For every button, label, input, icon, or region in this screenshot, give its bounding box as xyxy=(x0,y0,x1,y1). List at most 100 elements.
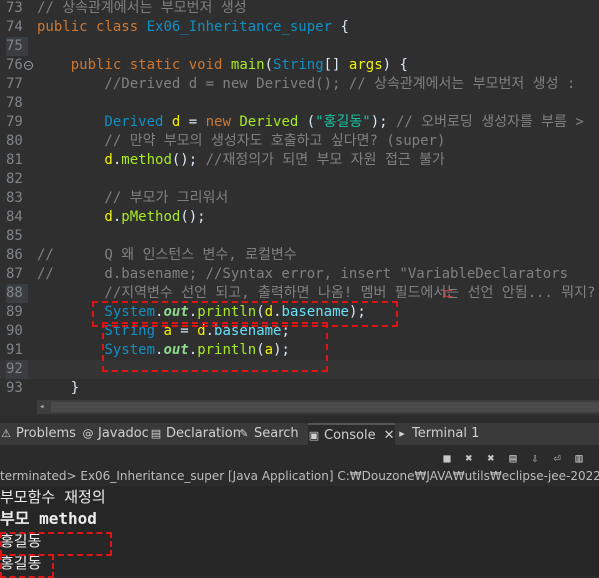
code-text: // Q 왜 인스턴스 변수, 로컬변수 xyxy=(37,246,297,265)
search-icon: ✎ xyxy=(239,427,249,440)
code-token: ); xyxy=(370,114,396,130)
code-token: main xyxy=(230,57,265,73)
code-token: "홍길동" xyxy=(315,114,371,130)
line-number: 92 xyxy=(6,360,28,379)
code-token: class xyxy=(96,19,147,35)
line-number: 86 xyxy=(6,247,23,263)
scroll-left-icon[interactable]: ◂ xyxy=(39,402,44,412)
fold-icon[interactable]: − xyxy=(24,61,33,70)
code-line[interactable]: 86 // Q 왜 인스턴스 변수, 로컬변수 xyxy=(0,246,599,265)
code-line[interactable]: 74 public class Ex06_Inheritance_super { xyxy=(0,18,599,37)
tab-label: Problems xyxy=(16,426,76,441)
pin-console-icon[interactable]: ▥ xyxy=(572,451,586,465)
tab-declaration[interactable]: ▤ Declaration xyxy=(150,423,241,445)
code-token: public xyxy=(37,19,97,35)
line-number: 81 xyxy=(6,152,23,168)
horizontal-scrollbar[interactable]: ◂ xyxy=(37,400,599,414)
code-token: d xyxy=(37,209,113,225)
code-line[interactable]: 81 d.method(); //재정의가 되면 부모 자원 접근 불가 xyxy=(0,151,599,170)
scrollbar-thumb[interactable] xyxy=(51,402,599,412)
close-icon[interactable]: ✕ xyxy=(384,425,395,447)
bottom-panel-tabs: ⚠ Problems @ Javadoc ▤ Declaration ✎ Search ▣ Con… xyxy=(0,422,599,447)
code-token: Derived xyxy=(37,114,172,130)
code-text: } xyxy=(37,379,79,398)
code-text: d.method(); //재정의가 되면 부모 자원 접근 불가 xyxy=(37,151,445,170)
line-number: 87 xyxy=(6,266,23,282)
code-token: static xyxy=(129,57,189,73)
code-line[interactable]: 85 xyxy=(0,227,599,246)
code-line[interactable]: 93 } xyxy=(0,379,599,398)
line-number: 82 xyxy=(6,171,23,187)
code-line[interactable]: 79 Derived d = new Derived ("홍길동"); // 오… xyxy=(0,113,599,132)
code-text: // 부모가 그리워서 xyxy=(37,189,228,208)
code-token: // 만약 부모의 생성자도 호출하고 싶다면? (super) xyxy=(37,133,446,149)
code-line[interactable]: 78 xyxy=(0,94,599,113)
code-token: [] xyxy=(323,57,349,73)
console-output[interactable]: 부모함수 재정의 부모 method 홍길동 홍길동 xyxy=(0,486,599,578)
line-number: 77 xyxy=(6,76,23,92)
remove-all-icon[interactable]: ✖ xyxy=(484,451,498,465)
tab-console[interactable]: ▣ Console ✕ xyxy=(308,423,395,447)
code-token: = xyxy=(180,114,206,130)
console-toolbar: ■ ✖ ✖ ▤ ⇩ ⏎ ▥ xyxy=(440,448,586,468)
console-line: 부모 method xyxy=(0,509,97,528)
line-number: 88 xyxy=(6,284,28,303)
terminal-icon: ▸ xyxy=(399,427,405,440)
line-number: 73 xyxy=(6,0,23,16)
code-line[interactable]: 80 // 만약 부모의 생성자도 호출하고 싶다면? (super) xyxy=(0,132,599,151)
highlight-annotation-box xyxy=(102,322,328,372)
tab-javadoc[interactable]: @ Javadoc xyxy=(82,423,149,445)
code-token: method xyxy=(121,152,172,168)
code-line[interactable]: 77 //Derived d = new Derived(); // 상속관계에… xyxy=(0,75,599,94)
code-line[interactable]: 84 d.pMethod(); xyxy=(0,208,599,227)
tab-label: Declaration xyxy=(166,426,241,441)
code-line[interactable]: 82 xyxy=(0,170,599,189)
code-text: public class Ex06_Inheritance_super { xyxy=(37,18,349,37)
code-token: // d.basename; //Syntax error, insert "V… xyxy=(37,266,569,282)
code-token: (); xyxy=(171,152,206,168)
code-line[interactable]: 76− public static void main(String[] arg… xyxy=(0,56,599,75)
code-line[interactable]: 87 // d.basename; //Syntax error, insert … xyxy=(0,265,599,284)
code-token: // 부모가 그리워서 xyxy=(37,190,229,206)
line-number: 91 xyxy=(6,342,23,358)
console-status: terminated> Ex06_Inheritance_super [Java… xyxy=(0,469,599,483)
code-editor[interactable]: 73 // 상속관계에서는 부모번저 생성 74 public class Ex06_… xyxy=(0,0,599,416)
tab-label: Console xyxy=(324,428,376,443)
tab-problems[interactable]: ⚠ Problems xyxy=(0,423,76,445)
tab-label: Search xyxy=(254,426,299,441)
tab-label: Javadoc xyxy=(98,426,149,441)
code-token: // Q 왜 인스턴스 변수, 로컬변수 xyxy=(37,247,297,263)
code-line[interactable]: 75 xyxy=(0,37,599,56)
code-token: ( xyxy=(306,114,316,130)
code-line[interactable]: 83 // 부모가 그리워서 xyxy=(0,189,599,208)
clear-console-icon[interactable]: ▤ xyxy=(506,451,520,465)
code-text: Derived d = new Derived ("홍길동"); // 오버로딩… xyxy=(37,113,583,132)
javadoc-icon: @ xyxy=(82,427,94,440)
code-token: //지역변수 선언 되고, 출력하면 나옴! 멤버 필드에서는 선언 안됨...… xyxy=(37,285,596,301)
code-line[interactable]: 73 // 상속관계에서는 부모번저 생성 xyxy=(0,0,599,18)
code-token: } xyxy=(37,380,80,396)
scroll-lock-icon[interactable]: ⇩ xyxy=(528,451,542,465)
code-token: //Derived d = new Derived(); // 상속관계에서는 … xyxy=(37,76,576,92)
tab-search[interactable]: ✎ Search xyxy=(238,423,299,445)
code-text: d.pMethod(); xyxy=(37,208,205,227)
console-line: 부모함수 재정의 xyxy=(0,488,106,506)
code-text: // 상속관계에서는 부모번저 생성 xyxy=(37,0,247,18)
remove-launch-icon[interactable]: ✖ xyxy=(462,451,476,465)
highlight-annotation-box xyxy=(0,532,112,556)
stop-icon[interactable]: ■ xyxy=(440,451,454,465)
line-number: 90 xyxy=(6,323,23,339)
code-token: ) { xyxy=(382,57,408,73)
code-text: // 만약 부모의 생성자도 호출하고 싶다면? (super) xyxy=(37,132,445,151)
line-number: 79 xyxy=(6,114,23,130)
line-number: 75 xyxy=(6,37,28,56)
line-number: 80 xyxy=(6,133,23,149)
code-token: d xyxy=(37,152,113,168)
tab-terminal-1[interactable]: ▸ Terminal 1 xyxy=(396,423,479,445)
problems-icon: ⚠ xyxy=(1,427,11,440)
code-token: Ex06_Inheritance_super xyxy=(146,19,333,35)
code-text: public static void main(String[] args) { xyxy=(37,56,408,75)
line-number: 83 xyxy=(6,190,23,206)
word-wrap-icon[interactable]: ⏎ xyxy=(550,451,564,465)
code-text: //Derived d = new Derived(); // 상속관계에서는 … xyxy=(37,75,575,94)
